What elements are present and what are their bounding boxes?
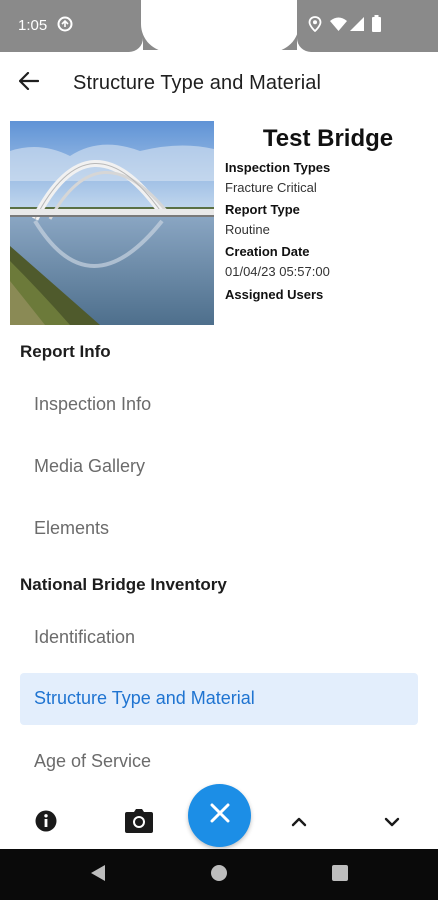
system-back-button[interactable] xyxy=(86,863,110,887)
wifi-icon xyxy=(330,17,347,36)
section-title-report-info: Report Info xyxy=(20,342,111,361)
bridge-photo xyxy=(10,121,214,325)
nav-item-label: Inspection Info xyxy=(34,394,152,414)
location-icon xyxy=(308,16,322,37)
system-nav-bar xyxy=(0,849,438,900)
square-recents-icon xyxy=(332,864,348,886)
status-time: 1:05 xyxy=(18,17,48,34)
info-icon xyxy=(35,810,57,837)
nav-item-label: Elements xyxy=(34,518,110,538)
sync-icon xyxy=(57,16,73,37)
close-icon xyxy=(210,803,230,828)
back-button[interactable] xyxy=(10,64,48,102)
chevron-up-icon xyxy=(291,814,307,832)
app-bar: Structure Type and Material xyxy=(0,52,438,114)
chevron-down-icon xyxy=(384,814,400,832)
signal-icon xyxy=(350,17,364,36)
assigned-users-label: Assigned Users xyxy=(225,287,324,302)
camera-button[interactable] xyxy=(119,803,159,843)
info-button[interactable] xyxy=(26,803,66,843)
camera-notch xyxy=(141,0,299,52)
nav-item-identification[interactable]: Identification xyxy=(20,612,418,664)
page-title: Structure Type and Material xyxy=(73,72,322,94)
nav-item-label: Structure Type and Material xyxy=(34,688,255,708)
bridge-name: Test Bridge xyxy=(262,125,394,152)
system-recents-button[interactable] xyxy=(328,863,352,887)
next-button[interactable] xyxy=(372,803,412,843)
report-type-value: Routine xyxy=(225,222,270,237)
nav-item-label: Age of Service xyxy=(34,751,152,771)
inspection-types-value: Fracture Critical xyxy=(225,180,317,195)
triangle-back-icon xyxy=(90,864,106,887)
battery-icon xyxy=(372,15,381,37)
circle-home-icon xyxy=(210,864,228,887)
report-type-label: Report Type xyxy=(225,202,300,217)
app-screen: 1:05 Structure Type and Material Test Br… xyxy=(0,0,438,900)
section-title-national-bridge-inventory: National Bridge Inventory xyxy=(20,575,227,594)
inspection-types-label: Inspection Types xyxy=(225,160,331,175)
nav-item-elements[interactable]: Elements xyxy=(20,503,418,555)
system-home-button[interactable] xyxy=(207,863,231,887)
creation-date-label: Creation Date xyxy=(225,244,310,259)
previous-button[interactable] xyxy=(279,803,319,843)
status-bar: 1:05 xyxy=(0,0,438,52)
creation-date-value: 01/04/23 05:57:00 xyxy=(225,264,330,279)
arrow-back-icon xyxy=(18,71,40,95)
close-fab-button[interactable] xyxy=(188,784,251,847)
nav-item-label: Identification xyxy=(34,627,136,647)
nav-item-inspection-info[interactable]: Inspection Info xyxy=(20,379,418,431)
nav-item-age-of-service[interactable]: Age of Service xyxy=(20,736,418,788)
nav-item-media-gallery[interactable]: Media Gallery xyxy=(20,441,418,493)
nav-item-structure-type-and-material[interactable]: Structure Type and Material xyxy=(20,673,418,725)
camera-icon xyxy=(125,808,153,838)
nav-item-label: Media Gallery xyxy=(34,456,146,476)
